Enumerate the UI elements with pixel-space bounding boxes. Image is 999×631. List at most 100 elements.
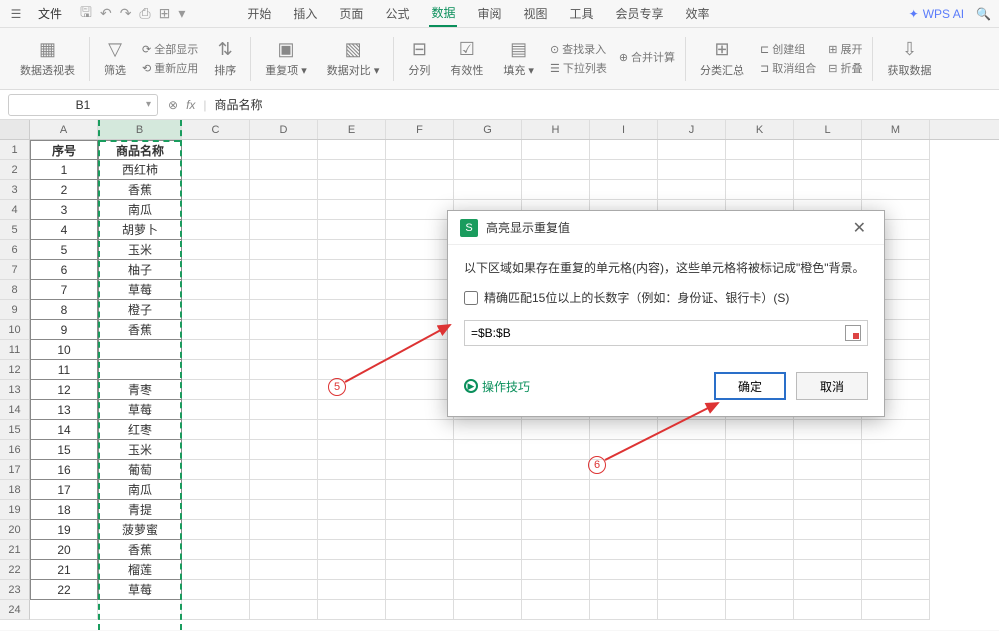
ungroup-button[interactable]: ⊐取消组合 xyxy=(760,60,816,76)
cell[interactable] xyxy=(250,500,318,520)
cell[interactable]: 11 xyxy=(30,360,98,380)
row-header[interactable]: 13 xyxy=(0,380,30,400)
cell[interactable] xyxy=(182,200,250,220)
cell[interactable] xyxy=(726,440,794,460)
cell[interactable] xyxy=(182,600,250,620)
row-header[interactable]: 19 xyxy=(0,500,30,520)
cell[interactable]: 榴莲 xyxy=(98,560,182,580)
search-icon[interactable]: 🔍 xyxy=(976,7,991,21)
cell[interactable] xyxy=(386,400,454,420)
cell[interactable] xyxy=(250,480,318,500)
cell[interactable] xyxy=(522,520,590,540)
cell[interactable] xyxy=(386,280,454,300)
cell[interactable] xyxy=(590,420,658,440)
cell[interactable] xyxy=(386,300,454,320)
cell[interactable] xyxy=(522,180,590,200)
tips-link[interactable]: ▶ 操作技巧 xyxy=(464,378,530,395)
cell[interactable] xyxy=(658,560,726,580)
cell[interactable] xyxy=(522,600,590,620)
cell[interactable]: 12 xyxy=(30,380,98,400)
cell[interactable] xyxy=(658,160,726,180)
cell[interactable] xyxy=(522,440,590,460)
cell[interactable] xyxy=(182,280,250,300)
ok-button[interactable]: 确定 xyxy=(714,372,786,400)
row-header[interactable]: 22 xyxy=(0,560,30,580)
cell[interactable] xyxy=(250,560,318,580)
cell[interactable] xyxy=(386,340,454,360)
fx-icon[interactable]: fx xyxy=(186,98,195,112)
fill-button[interactable]: ▤填充 ▾ xyxy=(493,28,544,89)
tab-view[interactable]: 视图 xyxy=(521,1,549,26)
cell[interactable] xyxy=(318,320,386,340)
cell[interactable] xyxy=(386,180,454,200)
cell[interactable] xyxy=(522,140,590,160)
cell[interactable]: 红枣 xyxy=(98,420,182,440)
more-icon[interactable]: ▾ xyxy=(178,5,185,22)
row-header[interactable]: 1 xyxy=(0,140,30,160)
cell[interactable] xyxy=(182,580,250,600)
cell[interactable] xyxy=(318,180,386,200)
cell[interactable] xyxy=(250,140,318,160)
cell[interactable] xyxy=(590,580,658,600)
col-header-L[interactable]: L xyxy=(794,120,862,139)
tab-start[interactable]: 开始 xyxy=(245,1,273,26)
row-header[interactable]: 6 xyxy=(0,240,30,260)
cell[interactable] xyxy=(182,400,250,420)
cell[interactable]: 菠萝蜜 xyxy=(98,520,182,540)
cell[interactable] xyxy=(454,140,522,160)
duplicates-button[interactable]: ▣重复项 ▾ xyxy=(255,28,317,89)
cell[interactable]: 玉米 xyxy=(98,440,182,460)
cell[interactable] xyxy=(318,560,386,580)
row-header[interactable]: 9 xyxy=(0,300,30,320)
cell[interactable] xyxy=(250,580,318,600)
cell[interactable] xyxy=(454,560,522,580)
wps-ai-button[interactable]: ✦WPS AI xyxy=(909,7,964,21)
cell[interactable] xyxy=(386,160,454,180)
cell[interactable]: 21 xyxy=(30,560,98,580)
cancel-button[interactable]: 取消 xyxy=(796,372,868,400)
row-header[interactable]: 10 xyxy=(0,320,30,340)
cell[interactable] xyxy=(794,500,862,520)
name-box[interactable]: B1 ▾ xyxy=(8,94,158,116)
cell[interactable] xyxy=(794,600,862,620)
cell[interactable] xyxy=(386,480,454,500)
cell[interactable] xyxy=(386,520,454,540)
cell[interactable] xyxy=(386,200,454,220)
col-header-F[interactable]: F xyxy=(386,120,454,139)
cell[interactable] xyxy=(862,540,930,560)
cell[interactable] xyxy=(250,280,318,300)
cell[interactable] xyxy=(318,460,386,480)
cell[interactable] xyxy=(862,160,930,180)
cell[interactable] xyxy=(522,160,590,180)
cancel-formula-icon[interactable]: ⊗ xyxy=(168,98,178,112)
cell[interactable] xyxy=(658,540,726,560)
row-header[interactable]: 24 xyxy=(0,600,30,620)
cell[interactable] xyxy=(658,420,726,440)
row-header[interactable]: 20 xyxy=(0,520,30,540)
cell[interactable] xyxy=(658,460,726,480)
col-header-I[interactable]: I xyxy=(590,120,658,139)
col-header-K[interactable]: K xyxy=(726,120,794,139)
cell[interactable] xyxy=(182,480,250,500)
col-header-D[interactable]: D xyxy=(250,120,318,139)
tab-efficiency[interactable]: 效率 xyxy=(684,1,712,26)
row-header[interactable]: 17 xyxy=(0,460,30,480)
cell[interactable]: 橙子 xyxy=(98,300,182,320)
row-header[interactable]: 7 xyxy=(0,260,30,280)
range-input[interactable] xyxy=(471,326,845,340)
cell[interactable] xyxy=(318,160,386,180)
cell[interactable] xyxy=(98,360,182,380)
expand-button[interactable]: ⊞展开 xyxy=(828,41,862,57)
cell[interactable]: 香蕉 xyxy=(98,180,182,200)
cell[interactable] xyxy=(862,140,930,160)
cell[interactable] xyxy=(318,540,386,560)
cell[interactable] xyxy=(726,600,794,620)
row-header[interactable]: 15 xyxy=(0,420,30,440)
cell[interactable] xyxy=(250,380,318,400)
formula-input[interactable]: 商品名称 xyxy=(215,96,263,113)
cell[interactable] xyxy=(386,140,454,160)
redo-icon[interactable]: ↷ xyxy=(120,5,132,22)
split-button[interactable]: ⊟分列 xyxy=(398,28,440,89)
cell[interactable] xyxy=(658,180,726,200)
cell[interactable] xyxy=(590,440,658,460)
